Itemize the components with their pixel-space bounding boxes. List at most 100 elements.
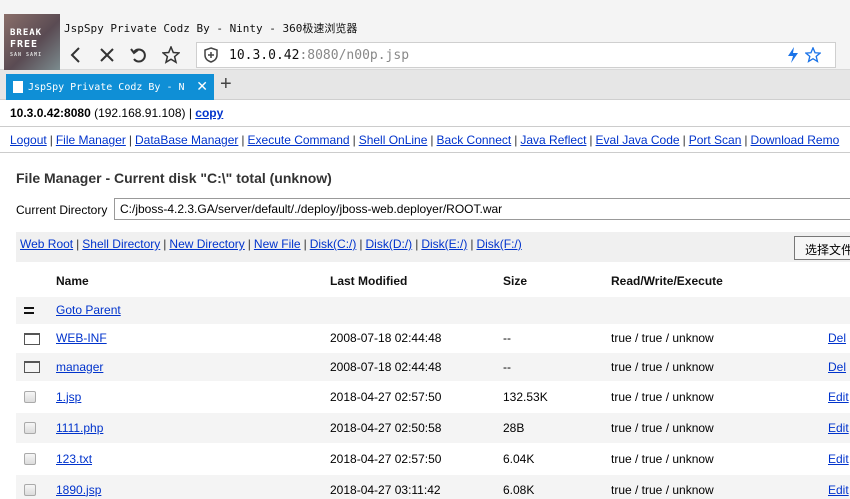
permissions-cell: true / true / unknow — [611, 324, 828, 353]
tab-label: JspSpy Private Codz By - N — [28, 81, 185, 93]
lightning-icon[interactable] — [787, 47, 799, 63]
reload-icon — [130, 48, 146, 63]
menu-port-scan[interactable]: Port Scan — [689, 133, 742, 147]
new-tab-button[interactable]: + — [220, 74, 232, 94]
menu-back-connect[interactable]: Back Connect — [437, 133, 512, 147]
link-disk-c[interactable]: Disk(C:/) — [310, 237, 357, 251]
column-permissions: Read/Write/Execute — [611, 266, 828, 297]
url-text: 10.3.0.42:8080/n00p.jsp — [229, 48, 409, 63]
favorite-button[interactable] — [160, 44, 182, 66]
back-arrow-icon — [70, 47, 80, 63]
menu-java-reflect[interactable]: Java Reflect — [520, 133, 586, 147]
tab-close-icon[interactable]: ✕ — [196, 78, 208, 95]
page-title: File Manager - Current disk "C:\" total … — [16, 170, 332, 186]
permissions-cell: true / true / unknow — [611, 352, 828, 382]
copy-link[interactable]: copy — [195, 106, 223, 120]
file-name-link[interactable]: 1111.php — [56, 421, 103, 435]
modified-cell: 2008-07-18 02:44:48 — [330, 352, 503, 382]
bookmark-star-icon[interactable] — [805, 47, 821, 63]
table-row: 1.jsp 2018-04-27 02:57:50 132.53K true /… — [16, 381, 850, 413]
table-row: 1890.jsp 2018-04-27 03:11:42 6.08K true … — [16, 474, 850, 499]
delete-link[interactable]: Del — [828, 331, 846, 345]
column-name: Name — [56, 266, 330, 297]
quick-links-bar: Web Root | Shell Directory | New Directory | N… — [16, 232, 850, 262]
stop-button[interactable] — [96, 44, 118, 66]
menu-file-manager[interactable]: File Manager — [56, 133, 126, 147]
url-host: 10.3.0.42 — [229, 48, 300, 63]
table-row-parent: Goto Parent — [16, 296, 850, 325]
main-menu: Logout | File Manager | DataBase Manager | Exe… — [10, 133, 840, 147]
file-name-link[interactable]: 123.txt — [56, 452, 92, 466]
parent-directory-icon — [24, 307, 34, 315]
delete-link[interactable]: Del — [828, 360, 846, 374]
file-checkbox[interactable] — [24, 453, 36, 466]
choose-file-button[interactable]: 选择文件 — [794, 236, 850, 260]
menu-shell-online[interactable]: Shell OnLine — [359, 133, 428, 147]
host-ip: (192.168.91.108) | — [90, 106, 196, 120]
star-icon — [162, 46, 180, 64]
link-shell-directory[interactable]: Shell Directory — [82, 237, 160, 251]
browser-logo: BREAK FREE SAN SAMI — [4, 14, 60, 70]
link-disk-f[interactable]: Disk(F:/) — [476, 237, 521, 251]
link-disk-e[interactable]: Disk(E:/) — [421, 237, 467, 251]
file-table: Name Last Modified Size Read/Write/Execu… — [16, 266, 850, 499]
link-disk-d[interactable]: Disk(D:/) — [366, 237, 413, 251]
tab-strip: JspSpy Private Codz By - N ✕ — [0, 70, 850, 100]
size-cell: 6.04K — [503, 443, 611, 475]
file-checkbox[interactable] — [24, 391, 36, 404]
current-directory-input[interactable]: C:/jboss-4.2.3.GA/server/default/./deplo… — [114, 198, 850, 220]
edit-link[interactable]: Edit — [828, 483, 849, 497]
modified-cell: 2018-04-27 02:50:58 — [330, 412, 503, 444]
edit-link[interactable]: Edit — [828, 452, 849, 466]
menu-download-remote[interactable]: Download Remo — [751, 133, 840, 147]
table-row: WEB-INF 2008-07-18 02:44:48 -- true / tr… — [16, 324, 850, 353]
modified-cell: 2018-04-27 02:57:50 — [330, 443, 503, 475]
file-name-link[interactable]: 1.jsp — [56, 390, 81, 404]
file-name-link[interactable]: 1890.jsp — [56, 483, 101, 497]
url-path: :8080/n00p.jsp — [299, 48, 410, 63]
file-name-link[interactable]: manager — [56, 360, 103, 374]
permissions-cell: true / true / unknow — [611, 412, 828, 444]
tab-active[interactable]: JspSpy Private Codz By - N ✕ — [6, 74, 214, 100]
size-cell: 28B — [503, 412, 611, 444]
quick-links: Web Root | Shell Directory | New Directory | N… — [20, 237, 522, 251]
size-cell: -- — [503, 352, 611, 382]
menu-database-manager[interactable]: DataBase Manager — [135, 133, 238, 147]
file-checkbox[interactable] — [24, 484, 36, 497]
size-cell: 6.08K — [503, 474, 611, 499]
file-name-link[interactable]: WEB-INF — [56, 331, 107, 345]
page-content: 10.3.0.42:8080 (192.168.91.108) | copy L… — [0, 100, 850, 499]
file-checkbox[interactable] — [24, 422, 36, 435]
table-row: 123.txt 2018-04-27 02:57:50 6.04K true /… — [16, 443, 850, 475]
host-address: 10.3.0.42:8080 — [10, 106, 91, 120]
link-new-file[interactable]: New File — [254, 237, 301, 251]
logo-text-3: SAN SAMI — [10, 52, 43, 58]
menu-eval-java-code[interactable]: Eval Java Code — [596, 133, 680, 147]
reload-button[interactable] — [128, 44, 150, 66]
divider — [0, 152, 850, 153]
browser-titlebar: BREAK FREE SAN SAMI JspSpy Private Codz … — [0, 0, 850, 70]
permissions-cell: true / true / unknow — [611, 443, 828, 475]
edit-link[interactable]: Edit — [828, 421, 849, 435]
divider — [0, 126, 850, 127]
modified-cell: 2018-04-27 02:57:50 — [330, 381, 503, 413]
menu-logout[interactable]: Logout — [10, 133, 47, 147]
table-header: Name Last Modified Size Read/Write/Execu… — [16, 266, 850, 297]
link-new-directory[interactable]: New Directory — [169, 237, 244, 251]
close-icon — [100, 48, 114, 62]
address-bar[interactable]: 10.3.0.42:8080/n00p.jsp — [196, 42, 836, 68]
edit-link[interactable]: Edit — [828, 390, 849, 404]
size-cell: 132.53K — [503, 381, 611, 413]
current-directory-label: Current Directory — [16, 203, 108, 217]
folder-icon — [24, 361, 40, 374]
logo-text-2: FREE — [10, 39, 39, 50]
table-row: 1111.php 2018-04-27 02:50:58 28B true / … — [16, 412, 850, 444]
goto-parent-link[interactable]: Goto Parent — [56, 303, 121, 317]
table-row: manager 2008-07-18 02:44:48 -- true / tr… — [16, 352, 850, 382]
back-button[interactable] — [64, 44, 86, 66]
page-favicon-icon — [13, 81, 23, 93]
link-web-root[interactable]: Web Root — [20, 237, 73, 251]
size-cell: -- — [503, 324, 611, 353]
window-title: JspSpy Private Codz By - Ninty - 360极速浏览… — [64, 22, 358, 35]
menu-execute-command[interactable]: Execute Command — [248, 133, 350, 147]
